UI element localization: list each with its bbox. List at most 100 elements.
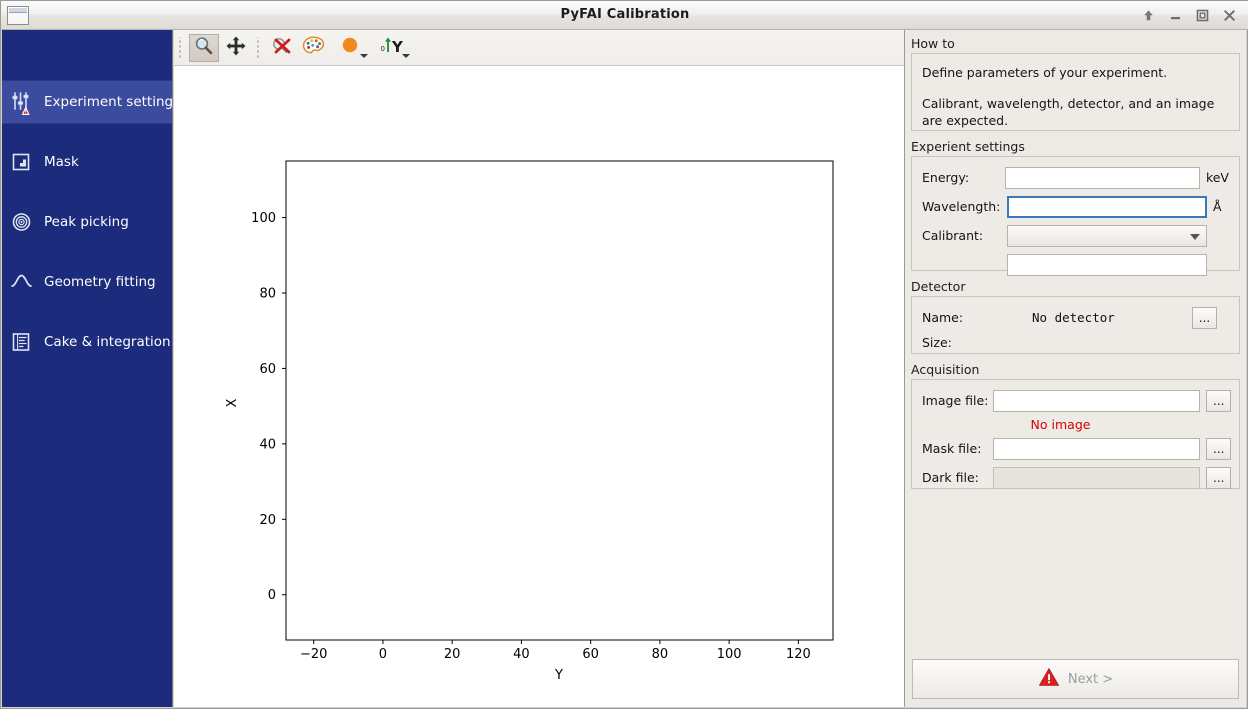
minimize-button[interactable] bbox=[1168, 8, 1183, 23]
energy-input[interactable] bbox=[1004, 166, 1200, 189]
move-arrows-icon bbox=[225, 35, 247, 61]
mask-file-browse-button[interactable]: ... bbox=[1206, 437, 1231, 460]
title-bar: PyFAI Calibration bbox=[1, 1, 1248, 30]
chevron-down-icon[interactable] bbox=[360, 53, 368, 58]
calibrant-extra-input[interactable] bbox=[1007, 253, 1207, 276]
acquisition-box: Image file: ... No image Mask file: ... … bbox=[911, 379, 1240, 489]
svg-text:0: 0 bbox=[381, 45, 385, 53]
y-tick-label: 100 bbox=[251, 211, 276, 226]
x-tick-label: −20 bbox=[300, 647, 327, 662]
x-tick-label: 100 bbox=[717, 647, 742, 662]
calibrant-select[interactable] bbox=[1007, 224, 1207, 247]
peak-curve-icon bbox=[9, 269, 35, 295]
warning-triangle-icon bbox=[1038, 667, 1060, 691]
window-title: PyFAI Calibration bbox=[560, 7, 690, 22]
next-button[interactable]: Next > bbox=[912, 659, 1239, 699]
detector-browse-button[interactable]: ... bbox=[1192, 306, 1217, 329]
y-tick-label: 20 bbox=[259, 513, 276, 528]
orange-circle-icon bbox=[340, 35, 362, 61]
calibrant-row: Calibrant: bbox=[922, 223, 1229, 248]
mask-file-input[interactable] bbox=[992, 437, 1201, 460]
dark-file-browse-button[interactable]: ... bbox=[1206, 466, 1231, 489]
howto-section-title: How to bbox=[911, 36, 955, 51]
sliders-icon bbox=[9, 89, 35, 115]
energy-row: Energy: keV bbox=[922, 165, 1229, 190]
toolbar-separator bbox=[255, 36, 264, 59]
wavelength-input[interactable] bbox=[1007, 195, 1207, 218]
energy-unit: keV bbox=[1205, 170, 1229, 185]
palette-icon bbox=[302, 35, 326, 61]
sidebar-item-experiment-settings[interactable]: Experiment settings bbox=[2, 80, 173, 124]
wavelength-unit: Å bbox=[1213, 199, 1222, 214]
dark-file-input[interactable] bbox=[992, 466, 1201, 489]
chevron-down-icon[interactable] bbox=[402, 53, 410, 58]
experiment-box: Energy: keV Wavelength: Å Calibrant: bbox=[911, 156, 1240, 276]
maximize-button[interactable] bbox=[1195, 8, 1210, 23]
window-controls bbox=[1135, 4, 1243, 26]
zoom-reset-x-icon bbox=[270, 35, 294, 61]
x-tick-label: 40 bbox=[513, 647, 530, 662]
y-tick-label: 40 bbox=[259, 437, 276, 452]
sidebar-item-label: Mask bbox=[44, 154, 79, 170]
calibrant-label: Calibrant: bbox=[922, 228, 984, 243]
x-tick-label: 60 bbox=[582, 647, 599, 662]
howto-box: Define parameters of your experiment. Ca… bbox=[911, 53, 1240, 131]
plot-toolbar: 0 Y bbox=[174, 30, 904, 66]
detector-box: Name: No detector ... Size: bbox=[911, 296, 1240, 354]
detector-size-row: Size: bbox=[922, 330, 1231, 355]
x-axis-label: Y bbox=[554, 668, 563, 683]
marker-color-button[interactable] bbox=[331, 34, 371, 62]
colormap-button[interactable] bbox=[299, 34, 329, 62]
application-window: PyFAI Calibration Experiment settings Ma… bbox=[0, 0, 1248, 709]
chevron-down-icon bbox=[1190, 233, 1200, 240]
dark-file-row: Dark file: ... bbox=[922, 465, 1231, 490]
energy-label: Energy: bbox=[922, 170, 970, 185]
howto-line-2: Calibrant, wavelength, detector, and an … bbox=[922, 96, 1215, 111]
y-axis-label: X bbox=[225, 398, 240, 407]
reset-zoom-button[interactable] bbox=[267, 34, 297, 62]
sidebar-item-label: Experiment settings bbox=[44, 94, 173, 110]
y-tick-label: 0 bbox=[268, 588, 276, 603]
zoom-tool-button[interactable] bbox=[189, 33, 219, 62]
image-file-input[interactable] bbox=[992, 389, 1201, 412]
close-button[interactable] bbox=[1222, 8, 1237, 23]
dark-file-label: Dark file: bbox=[922, 470, 979, 485]
sidebar-item-peak-picking[interactable]: Peak picking bbox=[2, 200, 172, 244]
sidebar-item-cake-integration[interactable]: Cake & integration bbox=[2, 320, 172, 364]
wavelength-row: Wavelength: Å bbox=[922, 194, 1229, 219]
matplotlib-figure[interactable]: −20 0 20 40 60 80 100 120 0 20 40 60 80 100 Y X bbox=[174, 66, 905, 707]
acquisition-section-title: Acquisition bbox=[911, 362, 980, 377]
detector-name-row: Name: No detector ... bbox=[922, 305, 1231, 330]
shade-button[interactable] bbox=[1141, 8, 1156, 23]
magnifier-icon bbox=[193, 35, 215, 61]
pan-tool-button[interactable] bbox=[221, 34, 251, 62]
x-tick-label: 120 bbox=[786, 647, 811, 662]
toolbar-grip[interactable] bbox=[177, 36, 186, 59]
warning-badge-shape bbox=[21, 107, 30, 115]
detector-name-value: No detector bbox=[1032, 310, 1115, 325]
y-tick-label: 60 bbox=[259, 362, 276, 377]
document-bars-icon bbox=[9, 329, 35, 355]
mask-file-row: Mask file: ... bbox=[922, 436, 1231, 461]
y-axis-direction-button[interactable]: 0 Y bbox=[373, 34, 413, 62]
plot-panel: 0 Y −20 0 20 40 60 80 100 120 0 20 40 60 80 100 Y X bbox=[174, 30, 905, 707]
mask-file-label: Mask file: bbox=[922, 441, 982, 456]
wavelength-label: Wavelength: bbox=[922, 199, 1001, 214]
howto-line-3: are expected. bbox=[922, 113, 1009, 128]
detector-name-label: Name: bbox=[922, 310, 964, 325]
experiment-section-title: Experient settings bbox=[911, 139, 1025, 154]
sidebar: Experiment settings Mask Peak picking Ge… bbox=[2, 30, 173, 707]
plot-canvas[interactable]: −20 0 20 40 60 80 100 120 0 20 40 60 80 100 Y X bbox=[174, 66, 904, 707]
x-tick-label: 0 bbox=[379, 647, 387, 662]
next-button-label: Next > bbox=[1067, 671, 1114, 687]
sidebar-item-mask[interactable]: Mask bbox=[2, 140, 172, 184]
y-tick-label: 80 bbox=[259, 287, 276, 302]
settings-panel: How to Define parameters of your experim… bbox=[905, 30, 1246, 707]
image-status-row: No image bbox=[922, 414, 1231, 433]
sidebar-item-label: Geometry fitting bbox=[44, 274, 156, 290]
sidebar-item-geometry-fitting[interactable]: Geometry fitting bbox=[2, 260, 172, 304]
target-icon bbox=[9, 209, 35, 235]
image-file-browse-button[interactable]: ... bbox=[1206, 389, 1231, 412]
sidebar-item-label: Cake & integration bbox=[44, 334, 171, 350]
howto-line-1: Define parameters of your experiment. bbox=[922, 65, 1168, 80]
